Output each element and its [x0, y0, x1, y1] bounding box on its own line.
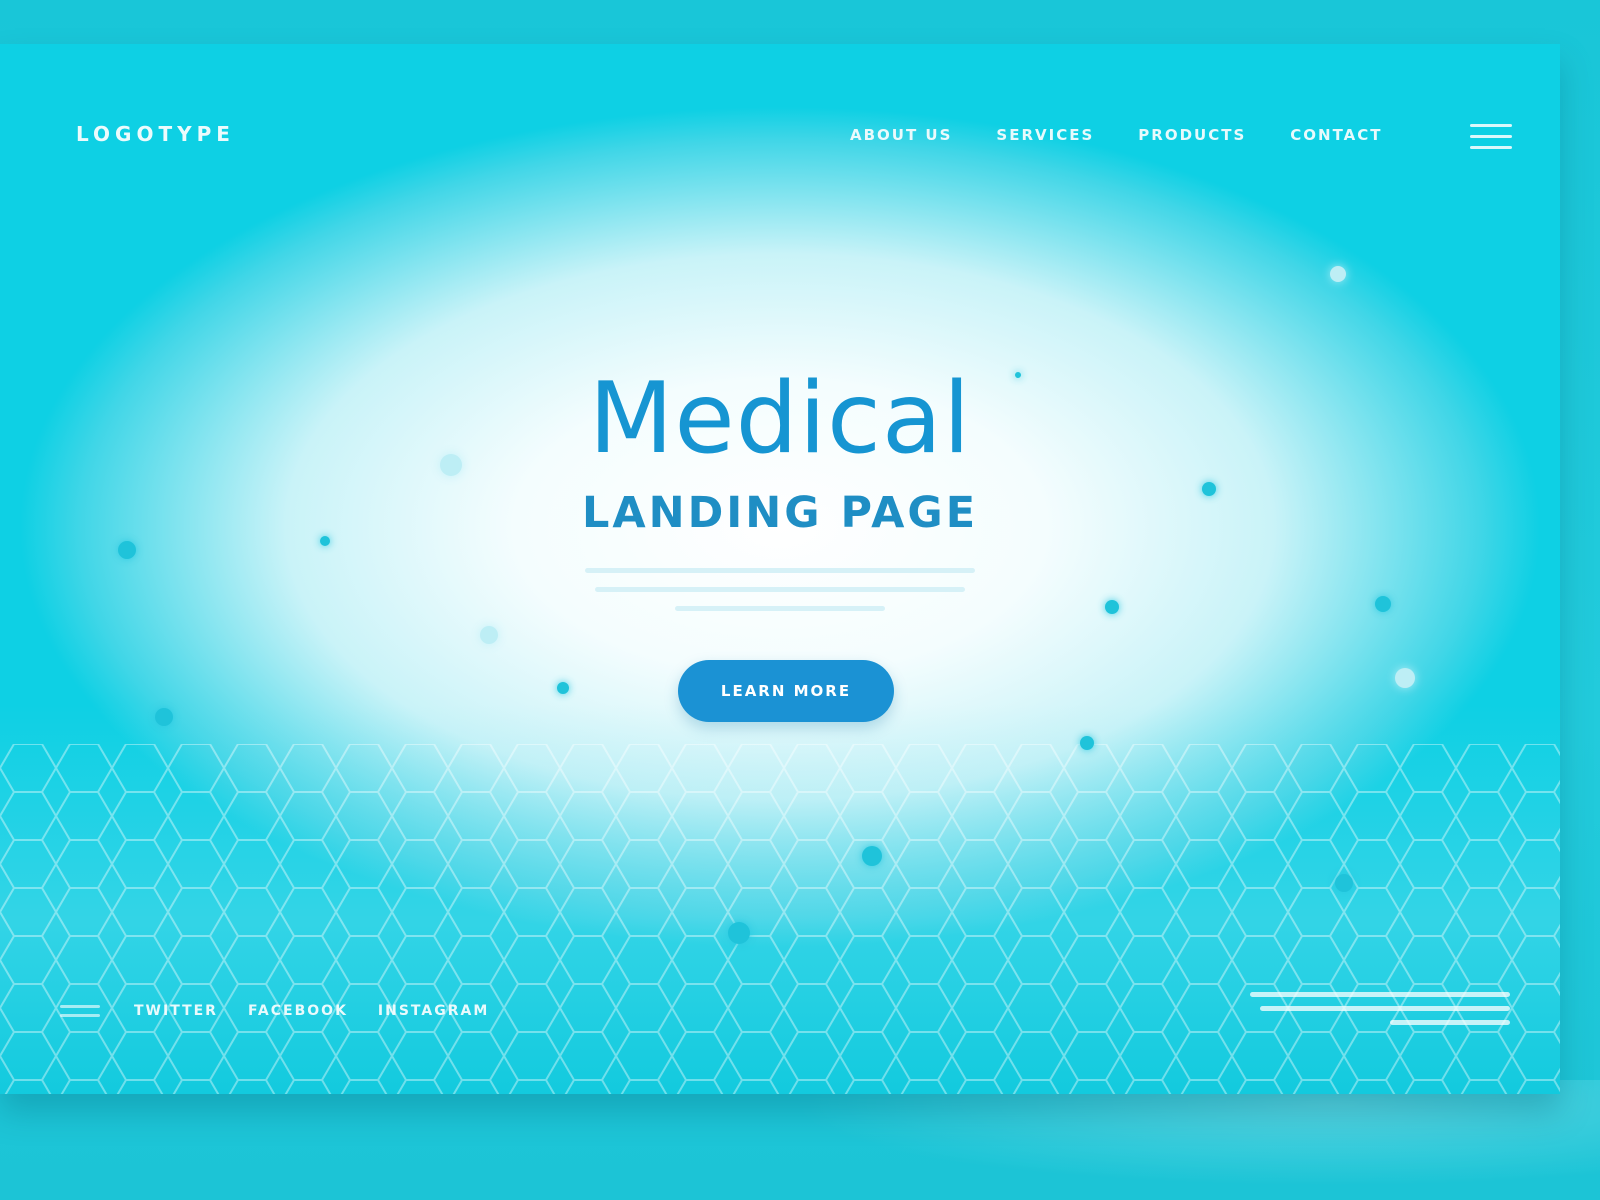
particle-dot — [1395, 668, 1415, 688]
footer-text-line — [1390, 1020, 1510, 1025]
nav-item-services[interactable]: SERVICES — [996, 126, 1094, 144]
nav-item-about-us[interactable]: ABOUT US — [850, 126, 952, 144]
particle-dot — [557, 682, 569, 694]
nav-item-contact[interactable]: CONTACT — [1290, 126, 1382, 144]
footer-link-twitter[interactable]: TWITTER — [134, 1003, 218, 1019]
particle-dot — [440, 454, 462, 476]
menu-icon — [60, 1002, 104, 1020]
particle-dot — [155, 708, 173, 726]
learn-more-button[interactable]: LEARN MORE — [678, 660, 894, 722]
menu-icon[interactable] — [1470, 124, 1512, 150]
footer-text-block — [1230, 992, 1510, 1034]
hero-section: Medical LANDING PAGE — [480, 344, 1080, 611]
particle-dot — [118, 541, 136, 559]
particle-dot — [1330, 266, 1346, 282]
top-navigation: LOGOTYPE ABOUT US SERVICES PRODUCTS CONT… — [0, 44, 1560, 224]
hero-description-line — [595, 587, 965, 592]
footer-social-links: TWITTER FACEBOOK INSTAGRAM — [60, 1002, 489, 1020]
logo[interactable]: LOGOTYPE — [76, 122, 235, 146]
particle-dot — [480, 626, 498, 644]
particle-dot — [1202, 482, 1216, 496]
particle-dot — [1080, 736, 1094, 750]
hexagon-pattern — [0, 744, 1560, 1094]
particle-dot — [728, 922, 750, 944]
nav-menu: ABOUT US SERVICES PRODUCTS CONTACT — [850, 126, 1383, 144]
footer-link-instagram[interactable]: INSTAGRAM — [378, 1003, 489, 1019]
background-swoosh — [700, 1080, 1600, 1200]
landing-page-frame: LOGOTYPE ABOUT US SERVICES PRODUCTS CONT… — [0, 44, 1560, 1094]
particle-dot — [862, 846, 882, 866]
footer-link-facebook[interactable]: FACEBOOK — [248, 1003, 348, 1019]
hero-description-line — [675, 606, 885, 611]
nav-item-products[interactable]: PRODUCTS — [1138, 126, 1246, 144]
hero-description-line — [585, 568, 975, 573]
particle-dot — [1335, 874, 1353, 892]
particle-dot — [1105, 600, 1119, 614]
footer-text-line — [1260, 1006, 1510, 1011]
particle-dot — [320, 536, 330, 546]
hero-subtitle: LANDING PAGE — [581, 488, 979, 538]
hero-title: Medical — [588, 362, 972, 476]
footer-text-line — [1250, 992, 1510, 997]
particle-dot — [1375, 596, 1391, 612]
